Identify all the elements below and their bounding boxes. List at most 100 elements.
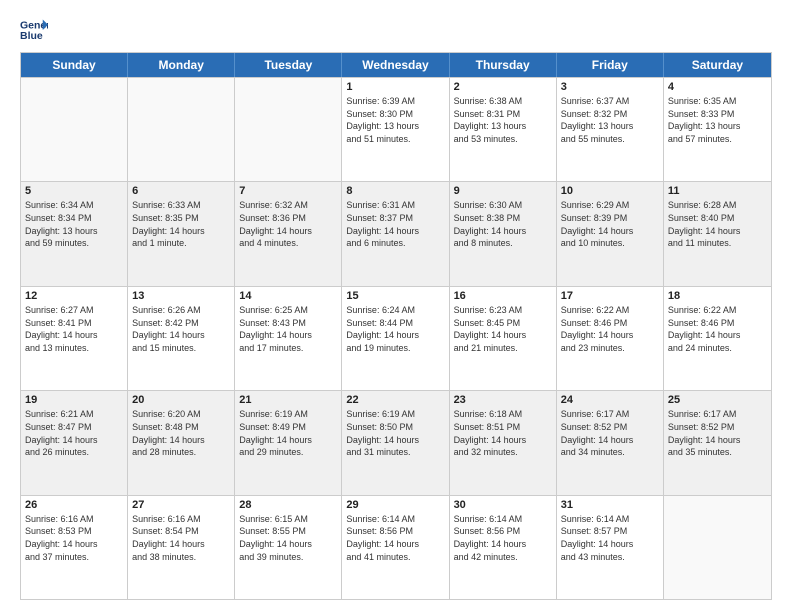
cell-line: and 41 minutes. bbox=[346, 552, 444, 564]
cell-line: Sunrise: 6:34 AM bbox=[25, 200, 123, 212]
cell-line: Sunrise: 6:14 AM bbox=[561, 514, 659, 526]
cell-line: Daylight: 14 hours bbox=[132, 435, 230, 447]
cell-line: and 38 minutes. bbox=[132, 552, 230, 564]
cell-line: and 15 minutes. bbox=[132, 343, 230, 355]
cell-line: Daylight: 14 hours bbox=[346, 226, 444, 238]
cal-row-1: 5Sunrise: 6:34 AMSunset: 8:34 PMDaylight… bbox=[21, 181, 771, 285]
cell-line: Sunset: 8:50 PM bbox=[346, 422, 444, 434]
weekday-header-monday: Monday bbox=[128, 53, 235, 77]
cell-line: and 57 minutes. bbox=[668, 134, 767, 146]
cell-line: Sunset: 8:30 PM bbox=[346, 109, 444, 121]
weekday-header-wednesday: Wednesday bbox=[342, 53, 449, 77]
cell-line: Daylight: 14 hours bbox=[346, 435, 444, 447]
cell-line: Sunrise: 6:37 AM bbox=[561, 96, 659, 108]
cell-line: Sunrise: 6:25 AM bbox=[239, 305, 337, 317]
cell-line: Sunset: 8:48 PM bbox=[132, 422, 230, 434]
cal-row-3: 19Sunrise: 6:21 AMSunset: 8:47 PMDayligh… bbox=[21, 390, 771, 494]
day-number: 22 bbox=[346, 394, 444, 406]
cell-line: Sunrise: 6:18 AM bbox=[454, 409, 552, 421]
cell-line: Daylight: 14 hours bbox=[239, 330, 337, 342]
cell-line: Sunset: 8:34 PM bbox=[25, 213, 123, 225]
cell-line: Daylight: 14 hours bbox=[239, 226, 337, 238]
cell-line: and 26 minutes. bbox=[25, 447, 123, 459]
cal-cell bbox=[664, 496, 771, 599]
cell-line: and 37 minutes. bbox=[25, 552, 123, 564]
day-number: 3 bbox=[561, 81, 659, 93]
cell-line: Sunset: 8:37 PM bbox=[346, 213, 444, 225]
cell-line: Sunrise: 6:19 AM bbox=[346, 409, 444, 421]
cal-row-0: 1Sunrise: 6:39 AMSunset: 8:30 PMDaylight… bbox=[21, 77, 771, 181]
cal-cell: 4Sunrise: 6:35 AMSunset: 8:33 PMDaylight… bbox=[664, 78, 771, 181]
cell-line: Sunrise: 6:35 AM bbox=[668, 96, 767, 108]
day-number: 5 bbox=[25, 185, 123, 197]
cell-line: Daylight: 14 hours bbox=[561, 226, 659, 238]
cal-cell: 13Sunrise: 6:26 AMSunset: 8:42 PMDayligh… bbox=[128, 287, 235, 390]
cal-cell: 15Sunrise: 6:24 AMSunset: 8:44 PMDayligh… bbox=[342, 287, 449, 390]
cell-line: and 11 minutes. bbox=[668, 238, 767, 250]
cell-line: Sunrise: 6:28 AM bbox=[668, 200, 767, 212]
cell-line: Daylight: 14 hours bbox=[346, 330, 444, 342]
cell-line: and 17 minutes. bbox=[239, 343, 337, 355]
cal-cell bbox=[21, 78, 128, 181]
cell-line: and 19 minutes. bbox=[346, 343, 444, 355]
cell-line: Daylight: 14 hours bbox=[346, 539, 444, 551]
cell-line: Sunset: 8:49 PM bbox=[239, 422, 337, 434]
day-number: 8 bbox=[346, 185, 444, 197]
cal-cell: 19Sunrise: 6:21 AMSunset: 8:47 PMDayligh… bbox=[21, 391, 128, 494]
cell-line: Sunset: 8:31 PM bbox=[454, 109, 552, 121]
cell-line: Sunset: 8:57 PM bbox=[561, 526, 659, 538]
cell-line: Sunset: 8:39 PM bbox=[561, 213, 659, 225]
cal-cell: 11Sunrise: 6:28 AMSunset: 8:40 PMDayligh… bbox=[664, 182, 771, 285]
cell-line: and 21 minutes. bbox=[454, 343, 552, 355]
cell-line: Sunrise: 6:29 AM bbox=[561, 200, 659, 212]
cell-line: and 29 minutes. bbox=[239, 447, 337, 459]
cell-line: Sunset: 8:33 PM bbox=[668, 109, 767, 121]
cell-line: and 4 minutes. bbox=[239, 238, 337, 250]
day-number: 1 bbox=[346, 81, 444, 93]
cal-cell: 16Sunrise: 6:23 AMSunset: 8:45 PMDayligh… bbox=[450, 287, 557, 390]
cell-line: and 1 minute. bbox=[132, 238, 230, 250]
logo-icon: General Blue bbox=[20, 16, 48, 44]
cell-line: Sunrise: 6:26 AM bbox=[132, 305, 230, 317]
cal-cell: 29Sunrise: 6:14 AMSunset: 8:56 PMDayligh… bbox=[342, 496, 449, 599]
day-number: 11 bbox=[668, 185, 767, 197]
logo: General Blue bbox=[20, 16, 52, 44]
cell-line: Sunrise: 6:27 AM bbox=[25, 305, 123, 317]
weekday-header-saturday: Saturday bbox=[664, 53, 771, 77]
day-number: 17 bbox=[561, 290, 659, 302]
cell-line: Sunset: 8:46 PM bbox=[561, 318, 659, 330]
cell-line: Daylight: 14 hours bbox=[132, 539, 230, 551]
cell-line: Daylight: 13 hours bbox=[25, 226, 123, 238]
cell-line: Daylight: 14 hours bbox=[239, 539, 337, 551]
cell-line: Daylight: 14 hours bbox=[454, 539, 552, 551]
cal-cell: 12Sunrise: 6:27 AMSunset: 8:41 PMDayligh… bbox=[21, 287, 128, 390]
cell-line: Sunrise: 6:24 AM bbox=[346, 305, 444, 317]
day-number: 31 bbox=[561, 499, 659, 511]
cell-line: Sunrise: 6:17 AM bbox=[668, 409, 767, 421]
day-number: 13 bbox=[132, 290, 230, 302]
cell-line: Sunrise: 6:14 AM bbox=[454, 514, 552, 526]
cell-line: Daylight: 14 hours bbox=[454, 435, 552, 447]
cell-line: Daylight: 14 hours bbox=[132, 330, 230, 342]
cell-line: and 53 minutes. bbox=[454, 134, 552, 146]
cell-line: Daylight: 14 hours bbox=[668, 226, 767, 238]
cell-line: Daylight: 14 hours bbox=[454, 330, 552, 342]
cell-line: Sunset: 8:52 PM bbox=[561, 422, 659, 434]
cell-line: and 43 minutes. bbox=[561, 552, 659, 564]
cell-line: Daylight: 14 hours bbox=[561, 330, 659, 342]
cell-line: Daylight: 14 hours bbox=[454, 226, 552, 238]
cal-cell: 26Sunrise: 6:16 AMSunset: 8:53 PMDayligh… bbox=[21, 496, 128, 599]
calendar-header: SundayMondayTuesdayWednesdayThursdayFrid… bbox=[21, 53, 771, 77]
cal-cell: 2Sunrise: 6:38 AMSunset: 8:31 PMDaylight… bbox=[450, 78, 557, 181]
cal-cell: 9Sunrise: 6:30 AMSunset: 8:38 PMDaylight… bbox=[450, 182, 557, 285]
weekday-header-sunday: Sunday bbox=[21, 53, 128, 77]
cell-line: and 28 minutes. bbox=[132, 447, 230, 459]
cell-line: Daylight: 14 hours bbox=[561, 435, 659, 447]
cell-line: Sunset: 8:51 PM bbox=[454, 422, 552, 434]
cal-cell: 20Sunrise: 6:20 AMSunset: 8:48 PMDayligh… bbox=[128, 391, 235, 494]
day-number: 29 bbox=[346, 499, 444, 511]
day-number: 2 bbox=[454, 81, 552, 93]
cell-line: Sunrise: 6:32 AM bbox=[239, 200, 337, 212]
cell-line: Sunset: 8:41 PM bbox=[25, 318, 123, 330]
cell-line: Sunset: 8:45 PM bbox=[454, 318, 552, 330]
